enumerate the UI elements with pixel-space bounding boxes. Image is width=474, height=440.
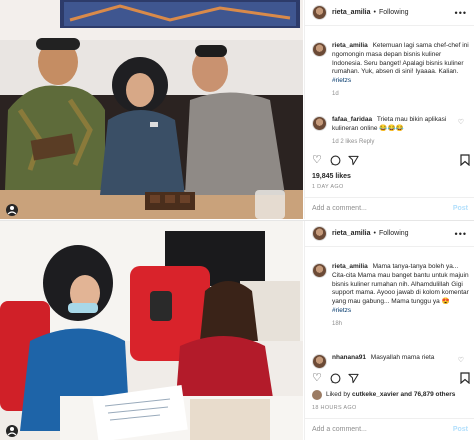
likes-count[interactable]: 19,845 likes bbox=[312, 173, 351, 180]
post-photo-chefs[interactable] bbox=[0, 0, 303, 219]
comment-icon[interactable] bbox=[330, 153, 341, 167]
caption-time: 18h bbox=[332, 320, 343, 327]
avatar[interactable] bbox=[312, 5, 327, 20]
comment-username[interactable]: fafaa_faridaa bbox=[332, 116, 372, 123]
post-comment-button[interactable]: Post bbox=[453, 204, 468, 213]
comment-like-icon[interactable]: ♡ bbox=[458, 118, 464, 127]
comment-meta: 1d 2 likes Reply bbox=[332, 138, 375, 145]
following-button[interactable]: Following bbox=[379, 229, 409, 238]
add-comment-input[interactable]: Add a comment... bbox=[312, 204, 367, 213]
action-bar: ♡ bbox=[312, 371, 470, 385]
avatar[interactable] bbox=[312, 263, 327, 278]
separator-dot: • bbox=[373, 8, 376, 16]
post-age: 1 DAY AGO bbox=[312, 184, 344, 190]
comment-icon[interactable] bbox=[330, 371, 341, 385]
comment: fafaa_faridaa Trieta mau bikin aplikasi … bbox=[312, 116, 470, 146]
action-bar: ♡ bbox=[312, 153, 470, 167]
comment-text: Masyallah mama rieta bbox=[370, 354, 435, 361]
post-side-panel: rieta_amilia • Following ••• rieta_amili… bbox=[304, 221, 474, 440]
liked-by-others[interactable]: and 76,879 others bbox=[400, 391, 455, 399]
avatar[interactable] bbox=[312, 116, 327, 131]
caption-hashtag[interactable]: #rietzs bbox=[332, 77, 351, 84]
share-icon[interactable] bbox=[348, 371, 359, 385]
avatar[interactable] bbox=[312, 354, 327, 369]
caption: rieta_amilia Ketemuan lagi sama chef-che… bbox=[312, 42, 470, 98]
more-icon[interactable]: ••• bbox=[455, 8, 467, 20]
post-1: rieta_amilia • Following ••• rieta_amili… bbox=[0, 0, 474, 219]
following-button[interactable]: Following bbox=[379, 8, 409, 17]
add-comment-input[interactable]: Add a comment... bbox=[312, 425, 367, 434]
liked-by-row: Liked by cutkeke_xavier and 76,879 other… bbox=[312, 390, 455, 400]
caption-username[interactable]: rieta_amilia bbox=[332, 263, 368, 270]
post-2: rieta_amilia • Following ••• rieta_amili… bbox=[0, 220, 474, 440]
bookmark-icon[interactable] bbox=[460, 153, 470, 167]
header-username[interactable]: rieta_amilia bbox=[332, 229, 371, 238]
add-comment-bar: Add a comment... Post bbox=[305, 418, 474, 440]
post-header: rieta_amilia • Following ••• bbox=[305, 221, 474, 247]
post-side-panel: rieta_amilia • Following ••• rieta_amili… bbox=[304, 0, 474, 219]
more-icon[interactable]: ••• bbox=[455, 229, 467, 241]
comment-username[interactable]: nhanana91 bbox=[332, 354, 366, 361]
liked-by-user[interactable]: cutkeke_xavier bbox=[352, 391, 399, 399]
add-comment-bar: Add a comment... Post bbox=[305, 197, 474, 219]
caption: rieta_amilia Mama tanya-tanya boleh ya..… bbox=[312, 263, 470, 328]
post-header: rieta_amilia • Following ••• bbox=[305, 0, 474, 26]
comment-emoji: 😂😂😂 bbox=[379, 124, 404, 132]
heart-icon[interactable]: ♡ bbox=[312, 153, 322, 167]
heart-icon[interactable]: ♡ bbox=[312, 371, 322, 385]
bookmark-icon[interactable] bbox=[460, 371, 470, 385]
header-username[interactable]: rieta_amilia bbox=[332, 8, 371, 17]
separator-dot: • bbox=[373, 229, 376, 237]
liked-by-label: Liked by bbox=[326, 390, 351, 398]
post-comment-button[interactable]: Post bbox=[453, 425, 468, 434]
avatar[interactable] bbox=[312, 226, 327, 241]
comment-like-icon[interactable]: ♡ bbox=[458, 356, 464, 365]
share-icon[interactable] bbox=[348, 153, 359, 167]
caption-time: 1d bbox=[332, 90, 339, 97]
comment: nhanana91 Masyallah mama rieta ♡ bbox=[312, 354, 470, 369]
avatar[interactable] bbox=[312, 390, 322, 400]
post-photo-signing[interactable] bbox=[0, 221, 303, 440]
caption-hashtag[interactable]: #rietzs bbox=[332, 307, 351, 314]
avatar[interactable] bbox=[312, 42, 327, 57]
post-age: 18 HOURS AGO bbox=[312, 405, 357, 411]
caption-username[interactable]: rieta_amilia bbox=[332, 42, 368, 49]
